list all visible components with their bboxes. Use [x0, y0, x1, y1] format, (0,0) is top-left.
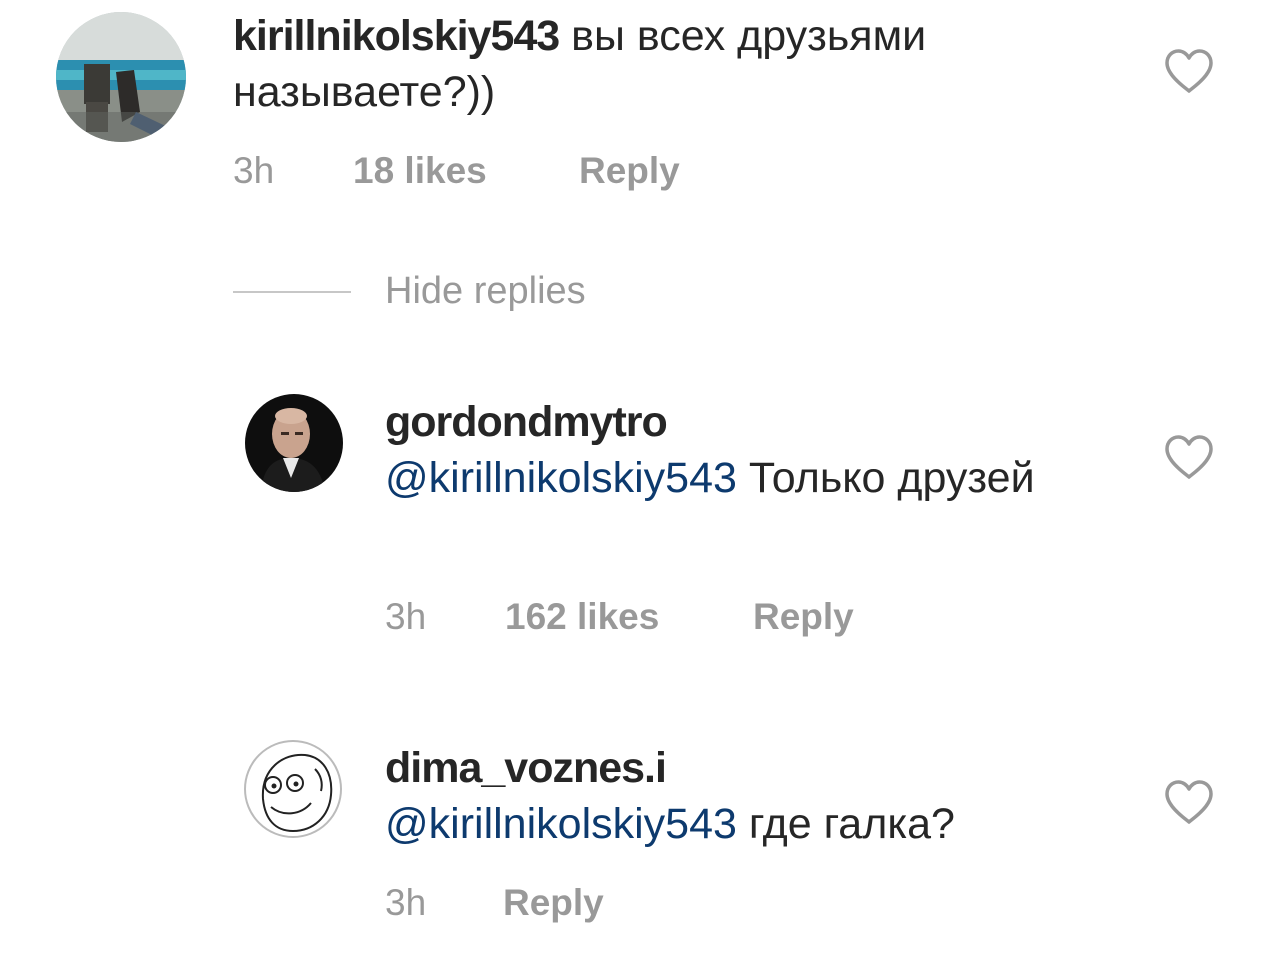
avatar-photo	[56, 12, 186, 142]
comment-username[interactable]: kirillnikolskiy543	[233, 12, 560, 60]
heart-outline-icon[interactable]	[1163, 779, 1215, 825]
avatar-kirillnikolskiy543[interactable]	[56, 12, 186, 142]
comment-body: gordondmytro @kirillnikolskiy543 Только …	[385, 394, 1105, 506]
comment-meta: 3h 18 likes Reply	[233, 150, 680, 192]
comment-text: Только друзей	[736, 454, 1035, 502]
comment-username[interactable]: gordondmytro	[385, 394, 1105, 450]
avatar-photo	[245, 394, 343, 492]
comment-likes[interactable]: 162 likes	[505, 596, 753, 638]
divider-line	[233, 291, 351, 293]
comment-time: 3h	[385, 882, 427, 923]
comment-time: 3h	[233, 150, 275, 191]
reply-button[interactable]: Reply	[503, 882, 604, 924]
mention-link[interactable]: @kirillnikolskiy543	[385, 800, 737, 848]
comment-body: dima_voznes.i @kirillnikolskiy543 где га…	[385, 740, 1105, 852]
comment-meta: 3h 162 likes Reply	[385, 596, 854, 638]
comment-time: 3h	[385, 596, 427, 637]
avatar-photo	[244, 740, 342, 838]
heart-outline-icon[interactable]	[1163, 48, 1215, 94]
comment-likes[interactable]: 18 likes	[353, 150, 579, 192]
heart-outline-icon[interactable]	[1163, 434, 1215, 480]
comment-body: kirillnikolskiy543 вы всех друзьями назы…	[233, 8, 1103, 120]
hide-replies-label[interactable]: Hide replies	[385, 270, 586, 313]
avatar-dima-voznes-i[interactable]	[243, 739, 343, 839]
comment-text: где галка?	[736, 800, 955, 848]
reply-button[interactable]: Reply	[753, 596, 854, 638]
comment-meta: 3h Reply	[385, 882, 604, 924]
avatar-gordondmytro[interactable]	[245, 394, 343, 492]
comment-username[interactable]: dima_voznes.i	[385, 740, 1105, 796]
reply-button[interactable]: Reply	[579, 150, 680, 192]
mention-link[interactable]: @kirillnikolskiy543	[385, 454, 737, 502]
